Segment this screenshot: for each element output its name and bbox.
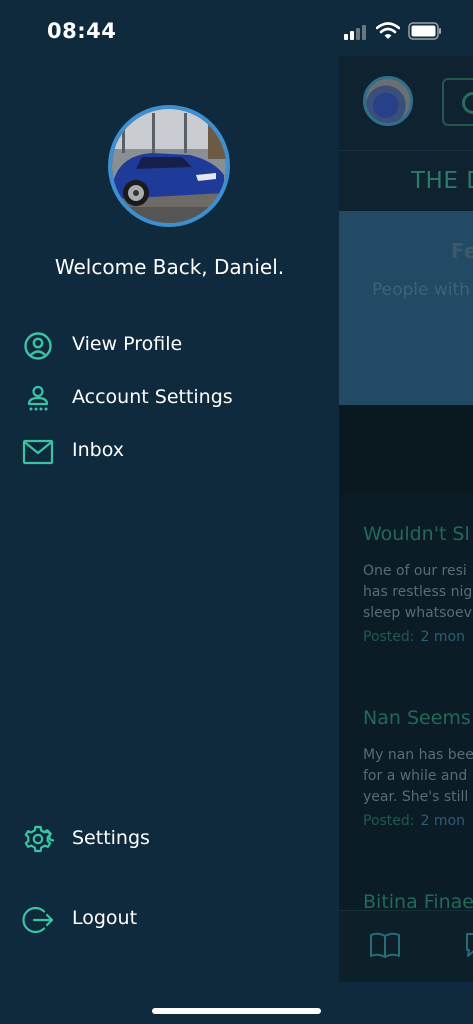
post-excerpt-line: My nan has bee (363, 747, 473, 763)
chat-icon[interactable] (463, 931, 473, 959)
post-card[interactable]: Wouldn't Sl One of our resi has restless… (339, 495, 473, 680)
post-title: Nan Seems (363, 707, 471, 729)
avatar-photo (112, 109, 226, 223)
bg-spacer (339, 405, 473, 495)
logout-icon (22, 906, 54, 934)
posted-time: 2 mon (420, 813, 465, 829)
search-icon (462, 92, 473, 114)
bg-featured-card[interactable]: Fe People with the (339, 211, 473, 405)
home-indicator[interactable] (152, 1008, 321, 1014)
post-card[interactable]: Nan Seems My nan has bee for a while and… (339, 679, 473, 864)
menu-item-account-settings[interactable]: Account Settings (0, 377, 339, 421)
bg-featured-text: People with the (372, 280, 473, 300)
app-screen: THE D Fe People with the Wouldn't Sl One… (0, 0, 473, 1024)
bg-page-title: THE D (411, 168, 473, 194)
post-title: Wouldn't Sl (363, 523, 470, 545)
post-meta: Posted: 2 mon (363, 813, 465, 829)
post-excerpt-line: One of our resi (363, 563, 467, 579)
status-time: 08:44 (47, 19, 117, 43)
battery-icon (408, 22, 441, 40)
posted-label: Posted: (363, 629, 415, 645)
post-excerpt-line: for a while and (363, 768, 468, 784)
book-icon[interactable] (369, 931, 401, 959)
post-excerpt-line: sleep whatsoev (363, 605, 472, 621)
bg-avatar[interactable] (363, 76, 413, 126)
post-excerpt-line: year. She's still (363, 789, 469, 805)
posted-label: Posted: (363, 813, 415, 829)
menu-item-label: Inbox (72, 439, 124, 461)
menu-item-label: Account Settings (72, 386, 233, 408)
menu-item-settings[interactable]: Settings (0, 818, 339, 862)
menu-item-label: Settings (72, 827, 150, 849)
post-meta: Posted: 2 mon (363, 629, 465, 645)
post-excerpt: One of our resi has restless nig sleep w… (363, 561, 472, 624)
navigation-drawer: Welcome Back, Daniel. View Profile Accou… (0, 0, 339, 1024)
mail-icon (22, 439, 54, 465)
wifi-icon (376, 22, 400, 39)
bg-header (339, 56, 473, 151)
menu-item-view-profile[interactable]: View Profile (0, 324, 339, 368)
avatar[interactable] (108, 105, 230, 227)
status-bar: 08:44 (0, 0, 473, 56)
gear-icon (24, 825, 54, 853)
cellular-signal-icon (344, 24, 370, 40)
bg-tab-bar (339, 910, 473, 982)
menu-item-label: Logout (72, 907, 138, 929)
background-app-dimmed[interactable]: THE D Fe People with the Wouldn't Sl One… (339, 56, 473, 982)
menu-item-label: View Profile (72, 333, 183, 355)
menu-item-logout[interactable]: Logout (0, 898, 339, 942)
welcome-message: Welcome Back, Daniel. (54, 255, 285, 279)
bg-featured-title: Fe (451, 239, 473, 263)
post-excerpt: My nan has bee for a while and year. She… (363, 745, 473, 808)
menu-item-inbox[interactable]: Inbox (0, 430, 339, 474)
account-settings-icon (27, 385, 49, 411)
posted-time: 2 mon (420, 629, 465, 645)
bg-search-button[interactable] (442, 78, 473, 126)
post-excerpt-line: has restless nig (363, 584, 473, 600)
user-circle-icon (24, 332, 52, 360)
